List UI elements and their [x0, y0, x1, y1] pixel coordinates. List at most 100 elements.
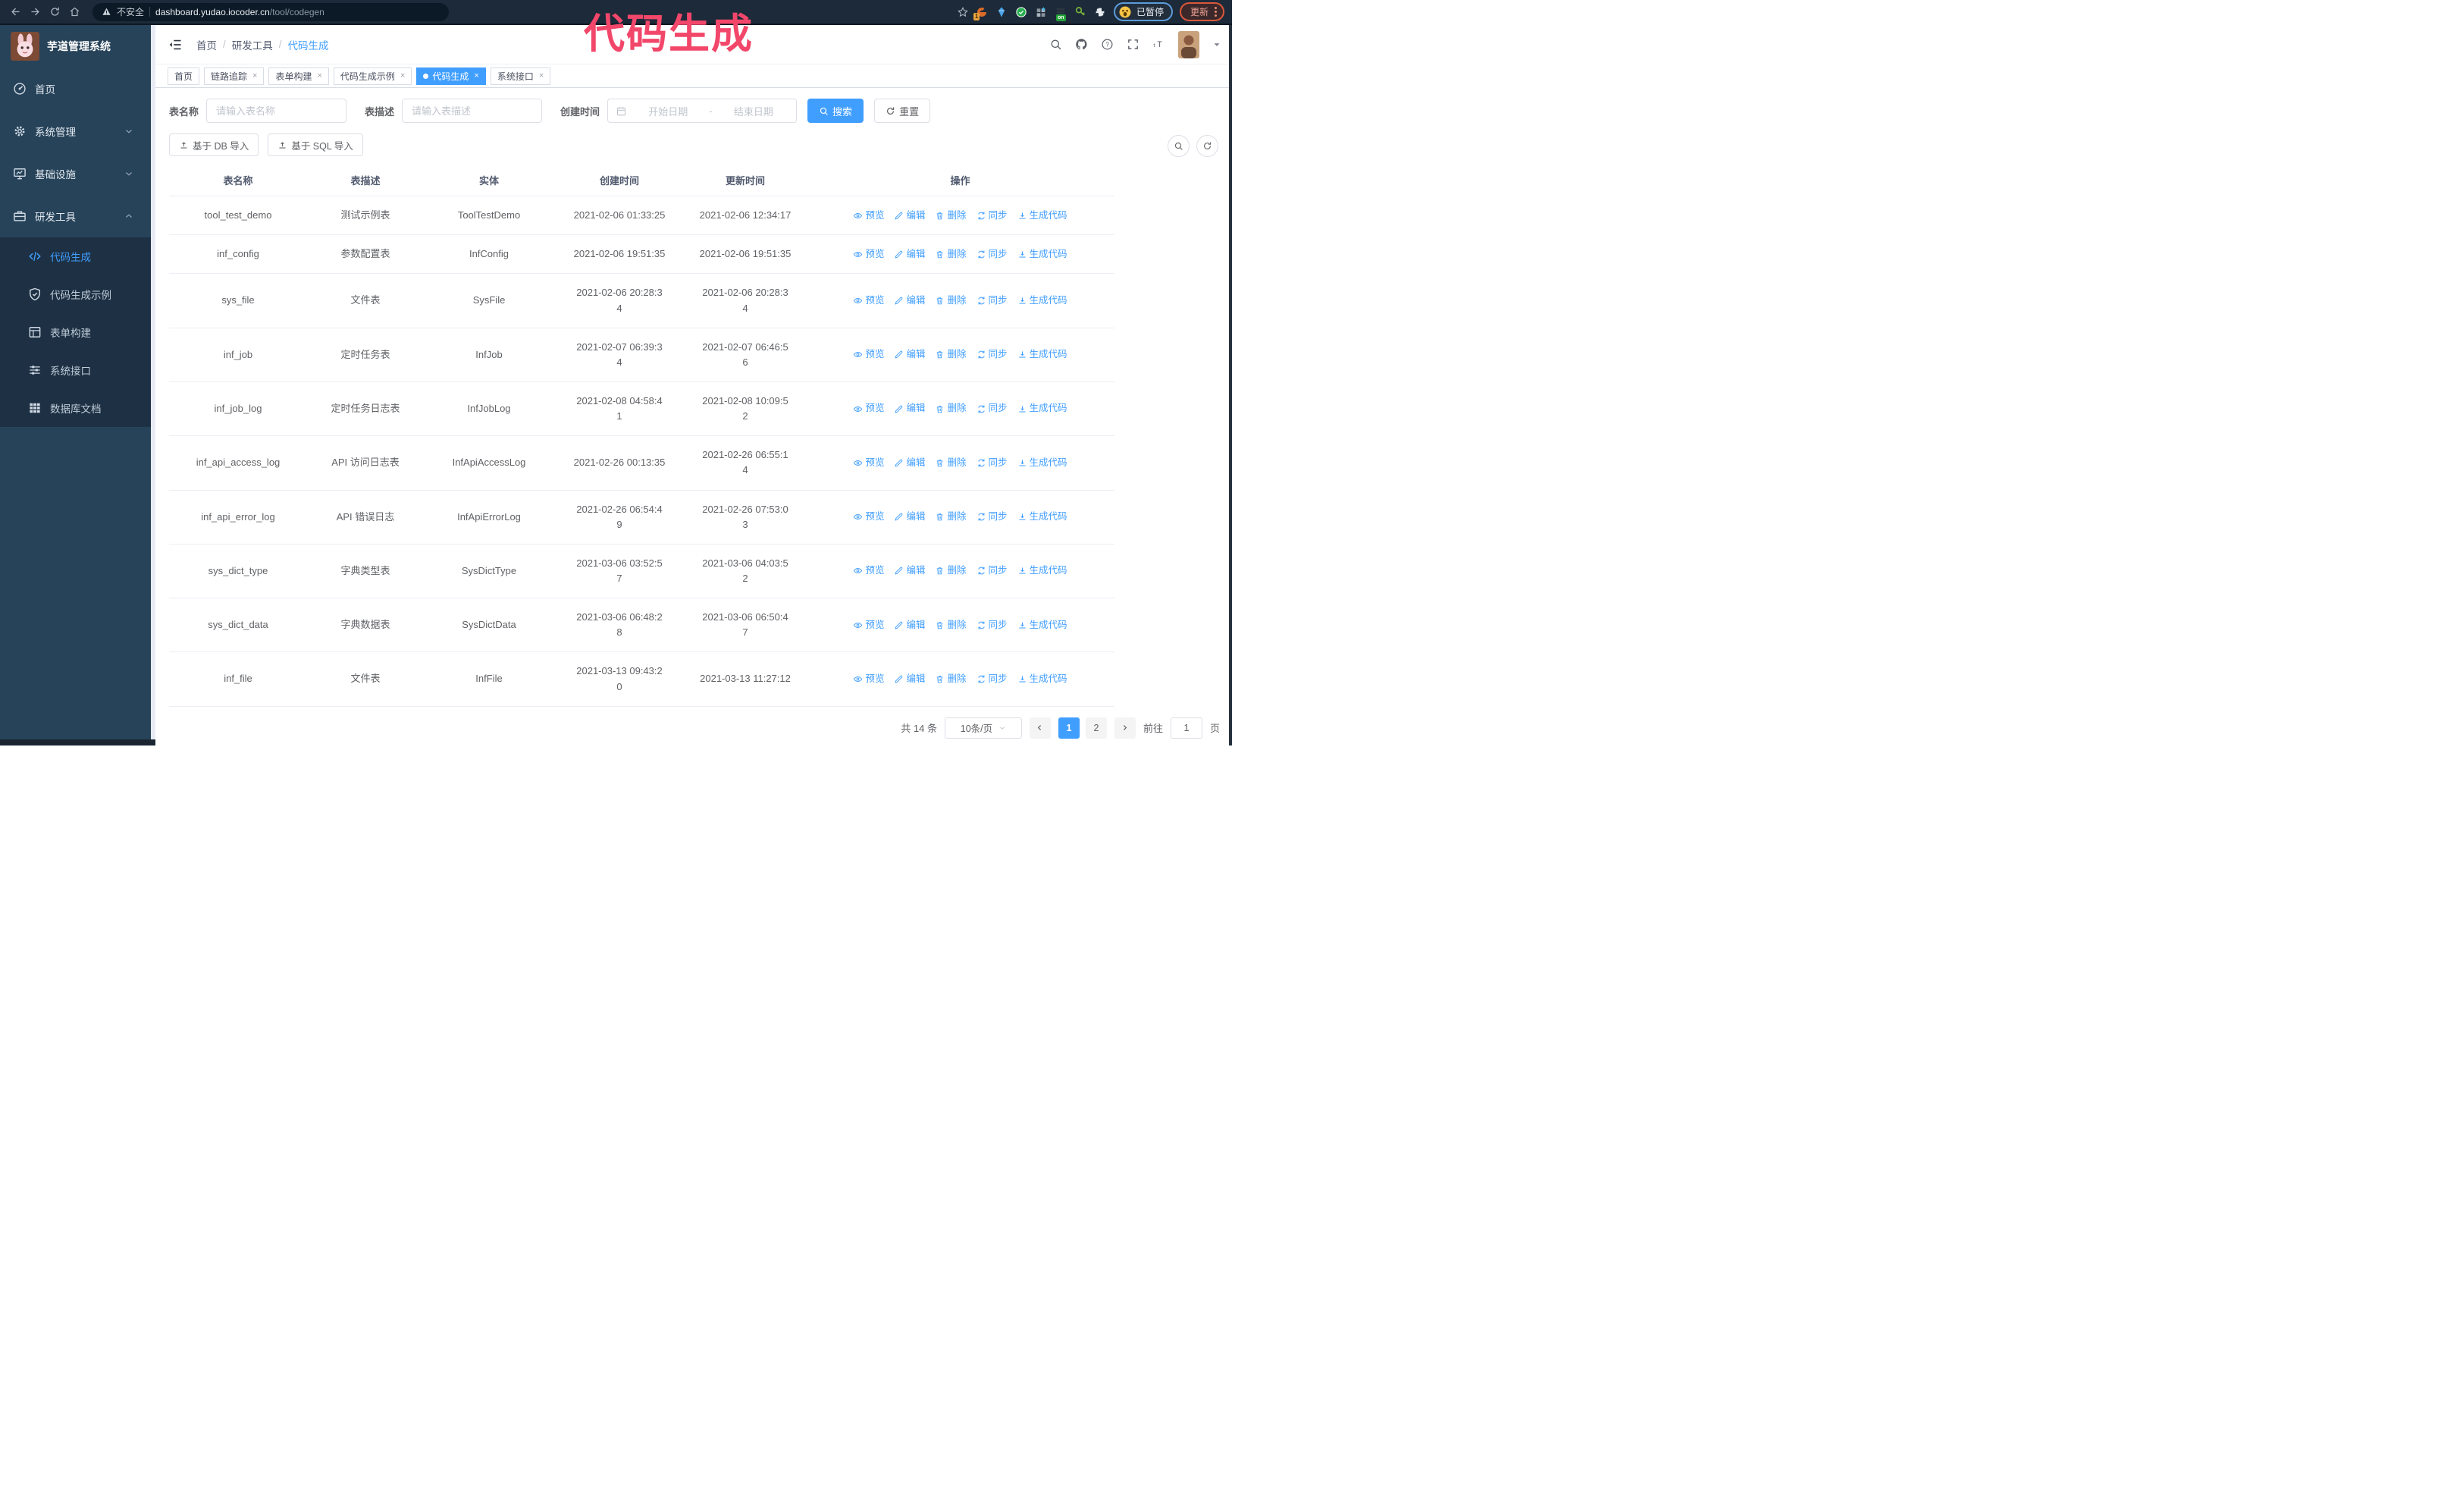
- browser-reload-icon[interactable]: [47, 5, 62, 20]
- app-logo-row[interactable]: 芋道管理系统: [0, 25, 151, 67]
- action-删除[interactable]: 删除: [935, 347, 967, 362]
- action-编辑[interactable]: 编辑: [894, 510, 925, 524]
- action-预览[interactable]: 预览: [853, 510, 884, 524]
- tab-系统接口[interactable]: 系统接口 ×: [490, 67, 551, 85]
- db-import-button[interactable]: 基于 DB 导入: [169, 133, 259, 156]
- tab-代码生成示例[interactable]: 代码生成示例 ×: [333, 67, 412, 85]
- sql-import-button[interactable]: 基于 SQL 导入: [268, 133, 363, 156]
- tab-close-icon[interactable]: ×: [400, 71, 405, 80]
- action-编辑[interactable]: 编辑: [894, 347, 925, 362]
- action-预览[interactable]: 预览: [853, 456, 884, 470]
- search-button[interactable]: 搜索: [807, 99, 864, 123]
- action-同步[interactable]: 同步: [977, 347, 1008, 362]
- user-avatar[interactable]: [1178, 30, 1199, 58]
- next-page-button[interactable]: [1114, 717, 1136, 739]
- extension-icon-rows[interactable]: on: [1055, 5, 1067, 21]
- search-icon[interactable]: [1049, 38, 1062, 51]
- action-编辑[interactable]: 编辑: [894, 401, 925, 416]
- breadcrumb-item[interactable]: 研发工具: [232, 37, 273, 52]
- refresh-table-button[interactable]: [1196, 135, 1218, 157]
- action-删除[interactable]: 删除: [935, 247, 967, 262]
- help-icon[interactable]: ?: [1101, 38, 1114, 51]
- action-删除[interactable]: 删除: [935, 209, 967, 223]
- start-date-placeholder[interactable]: 开始日期: [633, 104, 703, 118]
- tab-close-icon[interactable]: ×: [539, 71, 544, 80]
- sidebar-subitem-数据库文档[interactable]: 数据库文档: [0, 389, 151, 427]
- action-编辑[interactable]: 编辑: [894, 618, 925, 632]
- action-同步[interactable]: 同步: [977, 456, 1008, 470]
- action-生成代码[interactable]: 生成代码: [1017, 672, 1067, 686]
- goto-page-input[interactable]: [1170, 717, 1202, 739]
- page-size-select[interactable]: 10条/页: [944, 717, 1022, 739]
- date-range-picker[interactable]: 开始日期 - 结束日期: [607, 99, 798, 123]
- end-date-placeholder[interactable]: 结束日期: [719, 104, 788, 118]
- sidebar-subitem-代码生成示例[interactable]: 代码生成示例: [0, 275, 151, 313]
- browser-home-icon[interactable]: [67, 5, 82, 20]
- github-icon[interactable]: [1075, 38, 1088, 51]
- sidebar-subitem-代码生成[interactable]: 代码生成: [0, 237, 151, 275]
- extension-icon-check[interactable]: [1015, 5, 1028, 18]
- avatar-caret-down-icon[interactable]: [1212, 40, 1221, 49]
- action-同步[interactable]: 同步: [977, 563, 1008, 578]
- action-预览[interactable]: 预览: [853, 563, 884, 578]
- tab-链路追踪[interactable]: 链路追踪 ×: [204, 67, 265, 85]
- extension-icon-grid[interactable]: [1035, 5, 1048, 18]
- action-同步[interactable]: 同步: [977, 401, 1008, 416]
- table-name-input[interactable]: [206, 99, 347, 123]
- action-删除[interactable]: 删除: [935, 456, 967, 470]
- address-bar[interactable]: 不安全 dashboard.yudao.iocoder.cn/tool/code…: [92, 2, 449, 21]
- action-编辑[interactable]: 编辑: [894, 247, 925, 262]
- extension-icon-key[interactable]: [1074, 5, 1087, 18]
- font-size-icon[interactable]: tT: [1152, 38, 1165, 51]
- action-同步[interactable]: 同步: [977, 247, 1008, 262]
- sidebar-item-首页[interactable]: 首页: [0, 67, 151, 110]
- action-同步[interactable]: 同步: [977, 209, 1008, 223]
- action-删除[interactable]: 删除: [935, 401, 967, 416]
- action-预览[interactable]: 预览: [853, 293, 884, 308]
- action-编辑[interactable]: 编辑: [894, 293, 925, 308]
- sidebar-subitem-系统接口[interactable]: 系统接口: [0, 351, 151, 389]
- browser-forward-icon[interactable]: [27, 5, 42, 20]
- action-生成代码[interactable]: 生成代码: [1017, 247, 1067, 262]
- action-生成代码[interactable]: 生成代码: [1017, 401, 1067, 416]
- action-编辑[interactable]: 编辑: [894, 456, 925, 470]
- action-删除[interactable]: 删除: [935, 672, 967, 686]
- browser-update-button[interactable]: 更新: [1179, 2, 1224, 21]
- action-编辑[interactable]: 编辑: [894, 672, 925, 686]
- action-编辑[interactable]: 编辑: [894, 209, 925, 223]
- tab-close-icon[interactable]: ×: [317, 71, 321, 80]
- tab-表单构建[interactable]: 表单构建 ×: [268, 67, 329, 85]
- profile-paused-chip[interactable]: 已暂停: [1113, 2, 1173, 21]
- extension-icon-gem[interactable]: [995, 5, 1008, 18]
- action-同步[interactable]: 同步: [977, 672, 1008, 686]
- toggle-search-button[interactable]: [1168, 135, 1190, 157]
- page-button-2[interactable]: 2: [1085, 717, 1107, 739]
- browser-menu-icon[interactable]: [1215, 7, 1217, 17]
- bookmark-star-icon[interactable]: [957, 6, 969, 18]
- sidebar-item-基础设施[interactable]: 基础设施: [0, 152, 151, 195]
- action-生成代码[interactable]: 生成代码: [1017, 510, 1067, 524]
- action-预览[interactable]: 预览: [853, 347, 884, 362]
- sidebar-item-研发工具[interactable]: 研发工具: [0, 195, 151, 237]
- prev-page-button[interactable]: [1029, 717, 1051, 739]
- action-生成代码[interactable]: 生成代码: [1017, 618, 1067, 632]
- action-生成代码[interactable]: 生成代码: [1017, 347, 1067, 362]
- action-生成代码[interactable]: 生成代码: [1017, 209, 1067, 223]
- action-同步[interactable]: 同步: [977, 618, 1008, 632]
- action-删除[interactable]: 删除: [935, 618, 967, 632]
- tab-首页[interactable]: 首页: [168, 67, 200, 85]
- action-同步[interactable]: 同步: [977, 293, 1008, 308]
- tab-close-icon[interactable]: ×: [474, 71, 478, 80]
- sidebar-subitem-表单构建[interactable]: 表单构建: [0, 313, 151, 351]
- tab-close-icon[interactable]: ×: [252, 71, 257, 80]
- reset-button[interactable]: 重置: [874, 99, 931, 123]
- sidebar-item-系统管理[interactable]: 系统管理: [0, 110, 151, 152]
- tab-代码生成[interactable]: 代码生成 ×: [416, 67, 486, 85]
- action-预览[interactable]: 预览: [853, 401, 884, 416]
- browser-back-icon[interactable]: [8, 5, 23, 20]
- extension-icon-colorzilla[interactable]: 1: [973, 5, 989, 20]
- fullscreen-icon[interactable]: [1127, 38, 1140, 51]
- action-删除[interactable]: 删除: [935, 293, 967, 308]
- action-删除[interactable]: 删除: [935, 563, 967, 578]
- action-同步[interactable]: 同步: [977, 510, 1008, 524]
